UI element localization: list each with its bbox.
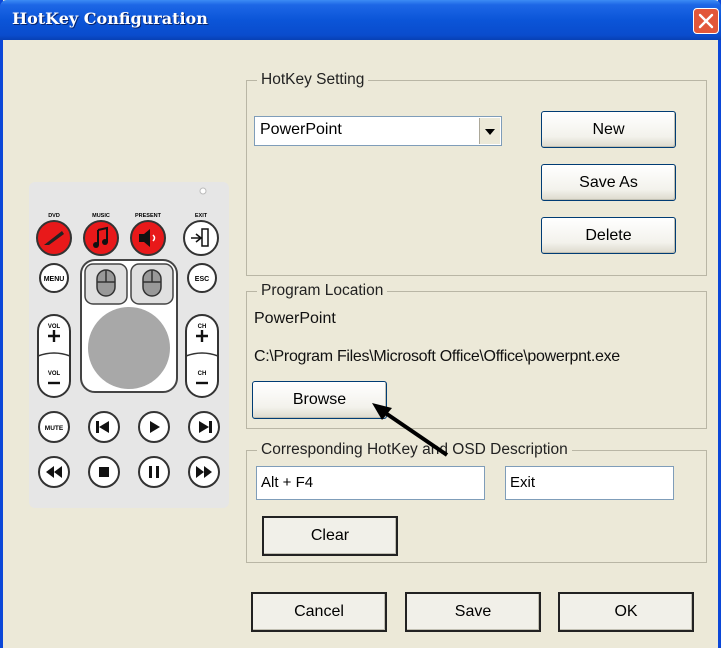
ch-up-label: CH [198,324,207,330]
selected-profile: PowerPoint [260,121,342,138]
pause-button [138,456,170,488]
chevron-down-icon[interactable] [479,118,500,144]
window-title: HotKey Configuration [12,9,208,28]
hotkey-osd-label: Corresponding HotKey and OSD Description [257,440,572,460]
hotkey-profile-select[interactable]: PowerPoint [254,116,502,146]
stop-button [88,456,120,488]
present-button [130,220,166,256]
dvd-button [36,220,72,256]
vol-up-label: VOL [48,324,61,330]
close-button[interactable] [693,8,719,34]
exit-button [183,220,219,256]
volume-rocker: VOL VOL [37,314,71,398]
mute-label: MUTE [45,425,64,432]
title-bar[interactable]: HotKey Configuration [0,0,721,40]
play-button [138,411,170,443]
save-as-button[interactable]: Save As [541,164,676,201]
close-icon [698,13,714,29]
cancel-button[interactable]: Cancel [251,592,387,632]
hotkey-setting-label: HotKey Setting [257,70,369,90]
hotkey-input[interactable]: Alt + F4 [256,466,485,500]
new-button[interactable]: New [541,111,676,148]
exit-label: EXIT [195,213,208,219]
delete-button[interactable]: Delete [541,217,676,254]
music-label: MUSIC [92,213,110,219]
ch-down-label: CH [198,371,207,377]
esc-button: ESC [187,263,217,293]
vol-down-label: VOL [48,371,61,377]
fast-forward-button [188,456,220,488]
menu-button: MENU [39,263,69,293]
mute-button: MUTE [38,411,70,443]
next-track-button [188,411,220,443]
rewind-button [38,456,70,488]
program-name: PowerPoint [254,310,336,327]
music-button [83,220,119,256]
right-mouse-icon [142,269,162,297]
program-path: C:\Program Files\Microsoft Office\Office… [254,348,620,365]
menu-label: MENU [44,276,65,283]
left-mouse-icon [96,269,116,297]
present-label: PRESENT [135,213,162,219]
channel-rocker: CH CH [185,314,219,398]
browse-button[interactable]: Browse [252,381,387,419]
dvd-label: DVD [48,213,60,219]
esc-label: ESC [195,276,209,283]
touchpad [88,307,170,389]
save-button[interactable]: Save [405,592,541,632]
osd-description-input[interactable]: Exit [505,466,674,500]
program-location-label: Program Location [257,281,388,301]
ok-button[interactable]: OK [558,592,694,632]
remote-control-image: DVD MUSIC PRESENT EXIT MENU ESC VOL VOL … [29,182,229,508]
previous-track-button [88,411,120,443]
clear-button[interactable]: Clear [262,516,398,556]
